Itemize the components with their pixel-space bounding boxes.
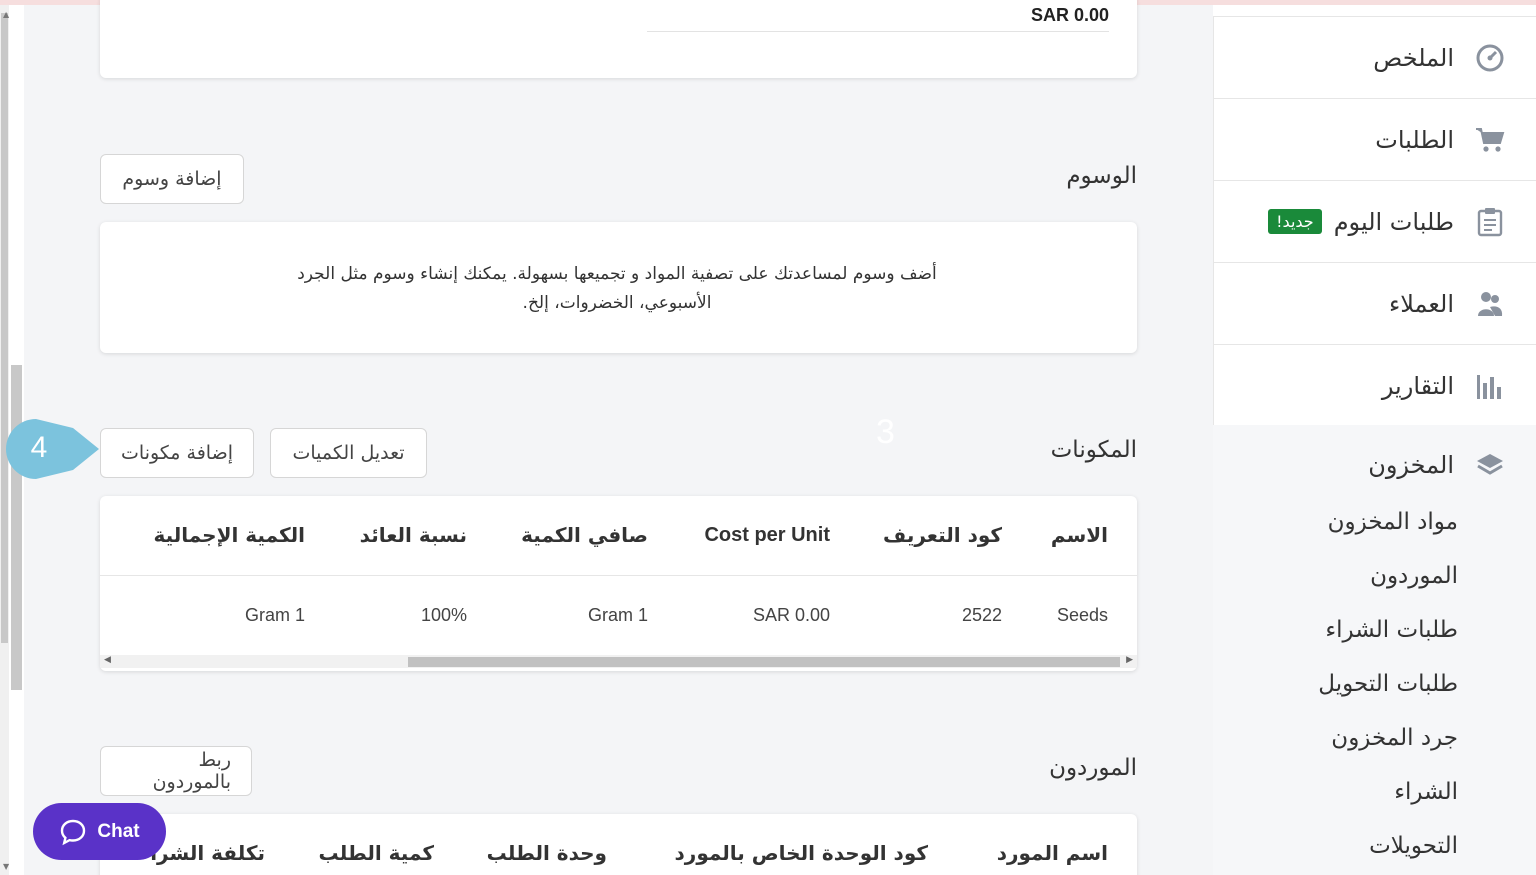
col-supplier-unit-code: كود الوحدة الخاص بالمورد <box>674 841 928 865</box>
link-suppliers-button[interactable]: ربط بالموردون <box>100 746 252 796</box>
sidebar-top-strip <box>1213 5 1536 17</box>
suppliers-title: الموردون <box>1049 755 1137 781</box>
tags-title: الوسوم <box>1066 163 1137 189</box>
col-supplier-name: اسم المورد <box>996 841 1108 865</box>
sidebar: الملخص الطلبات طلبات اليوم جديد! العملاء… <box>1213 5 1536 875</box>
sidebar-subitem-transfer-orders[interactable]: طلبات التحويل <box>1213 657 1536 711</box>
sidebar-item-label: الملخص <box>1373 43 1454 72</box>
table-row[interactable]: Seeds 2522 SAR 0.00 1 Gram 100% 1 Gram <box>100 577 1137 655</box>
faint-marker: 3 <box>876 413 895 451</box>
edit-quantities-button[interactable]: تعديل الكميات <box>270 428 427 478</box>
tags-hint-line1: أضف وسوم لمساعدتك على تصفية المواد و تجم… <box>297 264 937 284</box>
col-order-qty: كمية الطلب <box>318 841 434 865</box>
cell-yield: 100% <box>420 605 467 625</box>
summary-card: SAR 0.00 <box>100 0 1137 78</box>
cell-name: Seeds <box>1056 605 1108 625</box>
horizontal-scrollbar[interactable]: ◀ ▶ <box>100 655 1137 668</box>
sidebar-item-today-orders[interactable]: طلبات اليوم جديد! <box>1213 181 1536 263</box>
sidebar-section-inventory: المخزون مواد المخزون الموردون طلبات الشر… <box>1213 425 1536 875</box>
cell-code: 2522 <box>961 605 1002 625</box>
col-net-qty: صافي الكمية <box>521 523 648 547</box>
step-number: 4 <box>31 431 48 464</box>
sidebar-item-label: طلبات اليوم <box>1333 207 1454 236</box>
ingredients-header-row: الاسم كود التعريف Cost per Unit صافي الك… <box>100 496 1137 576</box>
gauge-icon <box>1474 42 1506 74</box>
sidebar-item-label: العملاء <box>1388 289 1454 318</box>
chat-bubble-icon <box>61 819 86 845</box>
scroll-left-icon[interactable]: ◀ <box>104 655 111 665</box>
sidebar-item-label: التقارير <box>1381 371 1454 400</box>
sidebar-subitem-stock-count[interactable]: جرد المخزون <box>1213 711 1536 765</box>
sidebar-item-label: الطلبات <box>1375 125 1454 154</box>
col-order-unit: وحدة الطلب <box>486 841 607 865</box>
add-tags-button[interactable]: إضافة وسوم <box>100 154 244 204</box>
ingredients-table-card: الاسم كود التعريف Cost per Unit صافي الك… <box>100 496 1137 671</box>
sidebar-subitem-inventory-items[interactable]: مواد المخزون <box>1213 495 1536 549</box>
bar-chart-icon <box>1474 370 1506 402</box>
tags-hint-line2: الأسبوعي، الخضروات، إلخ. <box>522 293 712 313</box>
col-yield: نسبة العائد <box>359 523 467 547</box>
cell-net-qty: 1 Gram <box>587 605 648 625</box>
sidebar-item-customers[interactable]: العملاء <box>1213 263 1536 345</box>
chat-label: Chat <box>97 820 140 842</box>
layers-icon <box>1474 449 1506 481</box>
cart-icon <box>1474 124 1506 156</box>
sidebar-subitem-suppliers[interactable]: الموردون <box>1213 549 1536 603</box>
col-name: الاسم <box>1050 523 1108 547</box>
sidebar-item-label: المخزون <box>1368 451 1454 479</box>
sidebar-item-summary[interactable]: الملخص <box>1213 17 1536 99</box>
users-icon <box>1474 288 1506 320</box>
sidebar-item-inventory[interactable]: المخزون <box>1213 425 1536 505</box>
col-cost: Cost per Unit <box>704 524 830 546</box>
cell-cost: SAR 0.00 <box>752 605 830 625</box>
tags-card: أضف وسوم لمساعدتك على تصفية المواد و تجم… <box>100 222 1137 353</box>
sidebar-item-reports[interactable]: التقارير <box>1213 345 1536 427</box>
panel-scroll-thumb[interactable] <box>11 365 22 690</box>
ingredients-title: المكونات <box>1050 437 1137 463</box>
sidebar-subitem-purchase-orders[interactable]: طلبات الشراء <box>1213 603 1536 657</box>
amount-value: SAR 0.00 <box>1030 5 1109 25</box>
col-total-qty: الكمية الإجمالية <box>153 523 305 547</box>
sidebar-item-orders[interactable]: الطلبات <box>1213 99 1536 181</box>
horizontal-scroll-thumb[interactable] <box>408 657 1120 667</box>
new-badge: جديد! <box>1268 209 1322 234</box>
divider <box>647 31 1109 32</box>
scroll-down-icon[interactable]: ▼ <box>3 862 9 871</box>
scroll-right-icon[interactable]: ▶ <box>1126 655 1133 665</box>
chat-button[interactable]: Chat <box>33 803 166 860</box>
sidebar-subitem-purchasing[interactable]: الشراء <box>1213 765 1536 819</box>
sidebar-subitem-transfers[interactable]: التحويلات <box>1213 819 1536 873</box>
tags-hint: أضف وسوم لمساعدتك على تصفية المواد و تجم… <box>237 260 997 318</box>
cell-total-qty: 1 Gram <box>244 605 305 625</box>
clipboard-icon <box>1474 206 1506 238</box>
scroll-up-icon[interactable]: ▲ <box>3 10 9 19</box>
step-callout: 4 <box>6 419 99 479</box>
col-code: كود التعريف <box>883 523 1002 547</box>
suppliers-table-card: اسم المورد كود الوحدة الخاص بالمورد وحدة… <box>100 814 1137 875</box>
scroll-thumb[interactable] <box>1 13 8 643</box>
